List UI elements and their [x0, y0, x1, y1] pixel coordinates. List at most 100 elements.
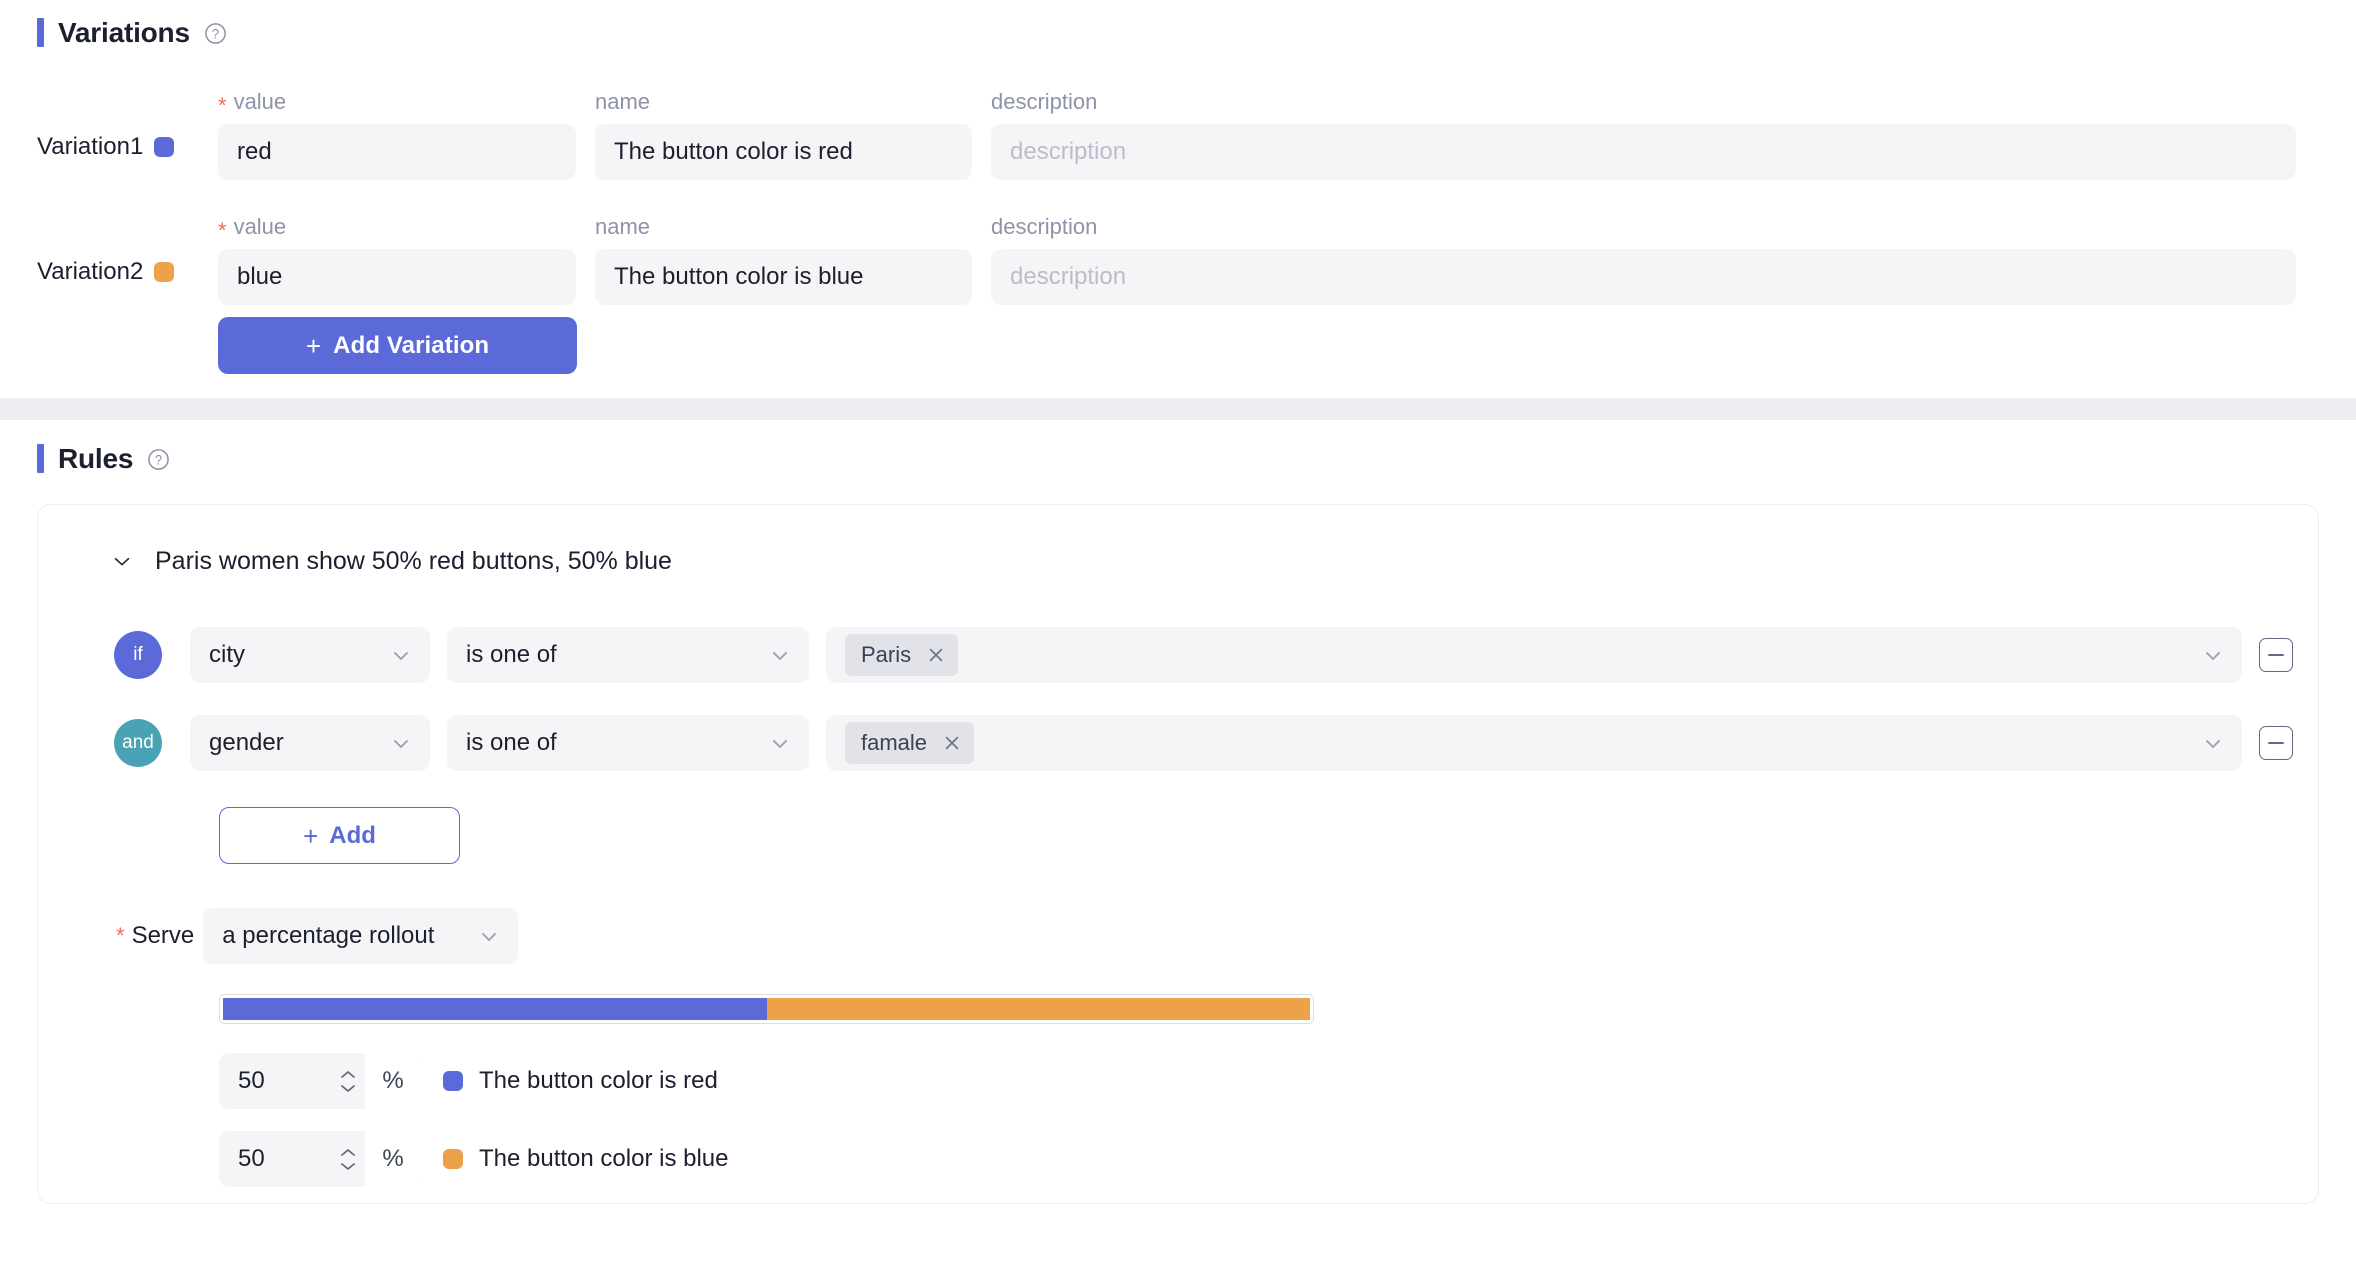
allocation-row: % The button color is blue: [219, 1120, 2318, 1198]
allocation-row: % The button color is red: [219, 1042, 2318, 1120]
variation-label: Variation1: [37, 135, 143, 159]
section-accent-bar: [37, 18, 44, 47]
add-condition-row: + Add: [38, 807, 2318, 864]
svg-text:?: ?: [155, 452, 162, 467]
variation-value-label-text: value: [234, 91, 287, 113]
chevron-down-icon: [768, 731, 792, 755]
value-tag[interactable]: Paris: [845, 634, 958, 676]
rules-panel: Rules ? Paris women show 50% red buttons…: [0, 420, 2356, 1204]
variations-title: Variations: [58, 19, 190, 47]
add-condition-button-label: Add: [329, 822, 376, 850]
rollout-segment-variation1: [223, 998, 767, 1020]
value-tag[interactable]: famale: [845, 722, 974, 764]
rollout-distribution-bar[interactable]: [219, 994, 1314, 1024]
condition-attribute-value: city: [209, 641, 389, 669]
variation-value-input[interactable]: [218, 249, 576, 305]
rules-section-header: Rules ?: [0, 444, 2356, 473]
add-condition-button[interactable]: + Add: [219, 807, 460, 864]
condition-values-list: famale: [845, 722, 2201, 764]
required-asterisk: *: [218, 95, 227, 117]
chevron-down-icon[interactable]: [111, 550, 133, 572]
question-mark-circle-icon[interactable]: ?: [204, 22, 227, 45]
variation-description-label: description: [991, 90, 2296, 114]
variation-name-input[interactable]: [595, 124, 972, 180]
allocation-percent-input[interactable]: [219, 1066, 337, 1096]
variation-color-dot: [443, 1149, 463, 1169]
allocation-percent-stepper[interactable]: %: [219, 1131, 421, 1187]
required-asterisk: *: [218, 220, 227, 242]
rule-title: Paris women show 50% red buttons, 50% bl…: [155, 549, 672, 574]
rule-card-header[interactable]: Paris women show 50% red buttons, 50% bl…: [38, 505, 2318, 587]
chevron-up-icon[interactable]: [340, 1148, 356, 1157]
stepper-controls[interactable]: [337, 1148, 359, 1171]
allocation-legend: The button color is red: [443, 1067, 718, 1095]
variation-value-label: * value: [218, 215, 576, 239]
variation-value-field: * value: [218, 90, 576, 180]
chevron-down-icon: [389, 643, 413, 667]
remove-condition-button[interactable]: [2259, 726, 2293, 760]
close-icon[interactable]: [943, 734, 961, 752]
chevron-down-icon[interactable]: [340, 1084, 356, 1093]
plus-icon: +: [306, 333, 321, 359]
variations-panel: Variations ? Variation1 * value name: [0, 0, 2356, 398]
remove-condition-button[interactable]: [2259, 638, 2293, 672]
value-tag-label: Paris: [861, 642, 911, 668]
rule-conditions: if city is one of Paris: [38, 611, 2318, 787]
add-variation-button[interactable]: + Add Variation: [218, 317, 577, 374]
condition-connector-badge: if: [114, 631, 162, 679]
condition-attribute-select[interactable]: gender: [190, 715, 430, 771]
variation-description-label: description: [991, 215, 2296, 239]
serve-type-select[interactable]: a percentage rollout: [203, 908, 518, 964]
percent-suffix: %: [365, 1131, 421, 1187]
section-accent-bar: [37, 444, 44, 473]
condition-attribute-select[interactable]: city: [190, 627, 430, 683]
serve-type-value: a percentage rollout: [222, 922, 477, 950]
condition-connector-badge: and: [114, 719, 162, 767]
variation-value-label-text: value: [234, 216, 287, 238]
condition-values-select[interactable]: Paris: [826, 627, 2242, 683]
variation-color-dot: [154, 262, 174, 282]
variation-row: Variation2 * value name description: [0, 180, 2356, 305]
variation-label-cell: Variation1: [37, 135, 218, 180]
variation-name-label: name: [595, 215, 972, 239]
condition-operator-value: is one of: [466, 641, 768, 669]
variation-color-dot: [154, 137, 174, 157]
allocation-legend: The button color is blue: [443, 1145, 728, 1173]
required-asterisk: *: [116, 925, 125, 947]
condition-operator-select[interactable]: is one of: [447, 715, 809, 771]
add-variation-row: + Add Variation: [0, 317, 2356, 374]
allocation-percent-input[interactable]: [219, 1144, 337, 1174]
variation-name-label: name: [595, 90, 972, 114]
question-mark-circle-icon[interactable]: ?: [147, 448, 170, 471]
chevron-down-icon: [768, 643, 792, 667]
serve-label-text: Serve: [132, 922, 195, 950]
chevron-down-icon: [2201, 731, 2225, 755]
variation-description-field: description: [991, 90, 2296, 180]
condition-values-select[interactable]: famale: [826, 715, 2242, 771]
allocation-percent-stepper[interactable]: %: [219, 1053, 421, 1109]
chevron-up-icon[interactable]: [340, 1070, 356, 1079]
close-icon[interactable]: [927, 646, 945, 664]
value-tag-label: famale: [861, 730, 927, 756]
condition-row: if city is one of Paris: [114, 611, 2318, 699]
rules-title: Rules: [58, 445, 133, 473]
variation-color-dot: [443, 1071, 463, 1091]
plus-icon: +: [303, 823, 318, 849]
serve-row: * Serve a percentage rollout: [38, 908, 2318, 964]
variation-description-input[interactable]: [991, 249, 2296, 305]
condition-values-list: Paris: [845, 634, 2201, 676]
stepper-controls[interactable]: [337, 1070, 359, 1093]
minus-icon: [2268, 654, 2284, 656]
percent-suffix: %: [365, 1053, 421, 1109]
rollout-allocations: % The button color is red %: [219, 1042, 2318, 1198]
chevron-down-icon[interactable]: [340, 1162, 356, 1171]
condition-row: and gender is one of famale: [114, 699, 2318, 787]
variation-value-input[interactable]: [218, 124, 576, 180]
chevron-down-icon: [389, 731, 413, 755]
variation-name-field: name: [595, 215, 972, 305]
variation-name-input[interactable]: [595, 249, 972, 305]
variation-description-input[interactable]: [991, 124, 2296, 180]
condition-operator-select[interactable]: is one of: [447, 627, 809, 683]
allocation-variation-name: The button color is red: [479, 1067, 718, 1095]
add-variation-button-label: Add Variation: [333, 332, 489, 360]
